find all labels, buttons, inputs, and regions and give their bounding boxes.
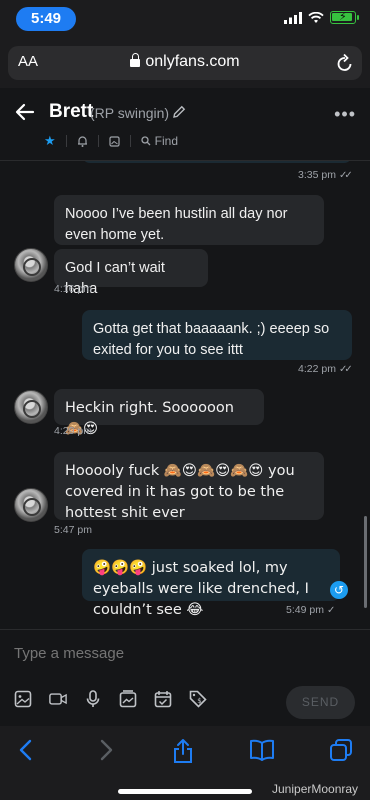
signal-icon	[284, 11, 302, 24]
avatar[interactable]	[14, 488, 48, 522]
message-bubble-outgoing	[82, 161, 352, 163]
more-options-icon[interactable]: •••	[334, 104, 356, 125]
media-gallery-icon[interactable]	[109, 135, 120, 147]
chat-subtoolbar: ★ Find	[44, 133, 178, 149]
status-time: 5:49	[16, 7, 76, 31]
schedule-icon[interactable]	[154, 690, 172, 708]
message-bubble-incoming: Noooo I’ve been hustlin all day nor even…	[54, 195, 324, 245]
avatar[interactable]	[14, 248, 48, 282]
chat-header: Brett (RP swingin) ••• ★ Find	[0, 88, 370, 161]
battery-icon: ⚡	[330, 11, 359, 24]
message-time: 4:16 pm	[54, 283, 92, 295]
find-button[interactable]: Find	[141, 134, 178, 148]
composer-tools: $	[14, 690, 207, 708]
message-composer: $ SEND	[0, 629, 370, 726]
lock-icon	[130, 53, 141, 67]
contact-name[interactable]: Brett	[49, 101, 93, 123]
message-list[interactable]: 3:35 pm ✓✓ Noooo I’ve been hustlin all da…	[0, 161, 370, 629]
message-time: 4:22 pm ✓✓	[298, 363, 353, 375]
vault-icon[interactable]	[119, 690, 137, 708]
double-check-icon: ✓✓	[338, 170, 353, 181]
video-icon[interactable]	[49, 690, 67, 708]
message-time: 3:35 pm ✓✓	[298, 169, 353, 181]
image-icon[interactable]	[14, 690, 32, 708]
divider	[65, 135, 67, 147]
avatar[interactable]	[14, 390, 48, 424]
check-icon: ✓	[326, 605, 336, 616]
forward-icon[interactable]	[96, 738, 116, 762]
divider	[97, 135, 99, 147]
bookmarks-icon[interactable]	[249, 738, 275, 762]
url-display[interactable]: onlyfans.com	[8, 53, 362, 71]
address-bar[interactable]: AA onlyfans.com	[8, 46, 362, 80]
status-icons: ⚡	[284, 11, 359, 24]
pencil-icon[interactable]	[172, 105, 186, 119]
watermark: JuniperMoonray	[272, 782, 359, 796]
divider	[129, 135, 131, 147]
message-bubble-incoming: God I can’t wait haha	[54, 249, 208, 297]
message-time: 4:29 pm	[54, 425, 92, 437]
svg-text:$: $	[197, 697, 201, 705]
browser-address-area: AA onlyfans.com	[0, 38, 370, 88]
find-label: Find	[154, 134, 178, 148]
scrollbar[interactable]	[364, 516, 367, 608]
microphone-icon[interactable]	[84, 690, 102, 708]
message-bubble-outgoing: Gotta get that baaaaank. ;) eeeep so exi…	[82, 310, 352, 360]
wifi-icon	[308, 11, 324, 23]
back-icon[interactable]	[16, 738, 36, 762]
message-time: 5:47 pm	[54, 524, 92, 536]
status-bar: 5:49 ⚡	[0, 0, 370, 38]
unsend-icon[interactable]: ↺	[330, 581, 348, 599]
star-icon[interactable]: ★	[44, 133, 56, 149]
reload-icon[interactable]	[336, 53, 354, 73]
bell-icon[interactable]	[77, 135, 88, 147]
double-check-icon: ✓✓	[338, 364, 353, 375]
browser-toolbar: JuniperMoonray	[0, 726, 370, 800]
url-text: onlyfans.com	[145, 53, 240, 70]
message-bubble-outgoing: 🤪🤪🤪 just soaked lol, my eyeballs were li…	[82, 549, 340, 618]
home-indicator	[118, 789, 252, 794]
message-bubble-incoming: Heckin right. Soooooon 🙈😍	[54, 389, 264, 437]
tabs-icon[interactable]	[329, 738, 353, 762]
send-button[interactable]: SEND	[286, 686, 355, 719]
share-icon[interactable]	[172, 738, 194, 764]
search-icon	[141, 136, 151, 146]
message-input[interactable]	[14, 645, 354, 662]
back-arrow-icon[interactable]	[14, 101, 36, 123]
contact-note: (RP swingin)	[90, 105, 170, 121]
price-tag-icon[interactable]: $	[189, 690, 207, 708]
message-bubble-incoming: Hooooly fuck 🙈😍🙈😍🙈😍 you covered in it ha…	[54, 452, 324, 521]
message-time: 5:49 pm ✓	[286, 604, 336, 616]
